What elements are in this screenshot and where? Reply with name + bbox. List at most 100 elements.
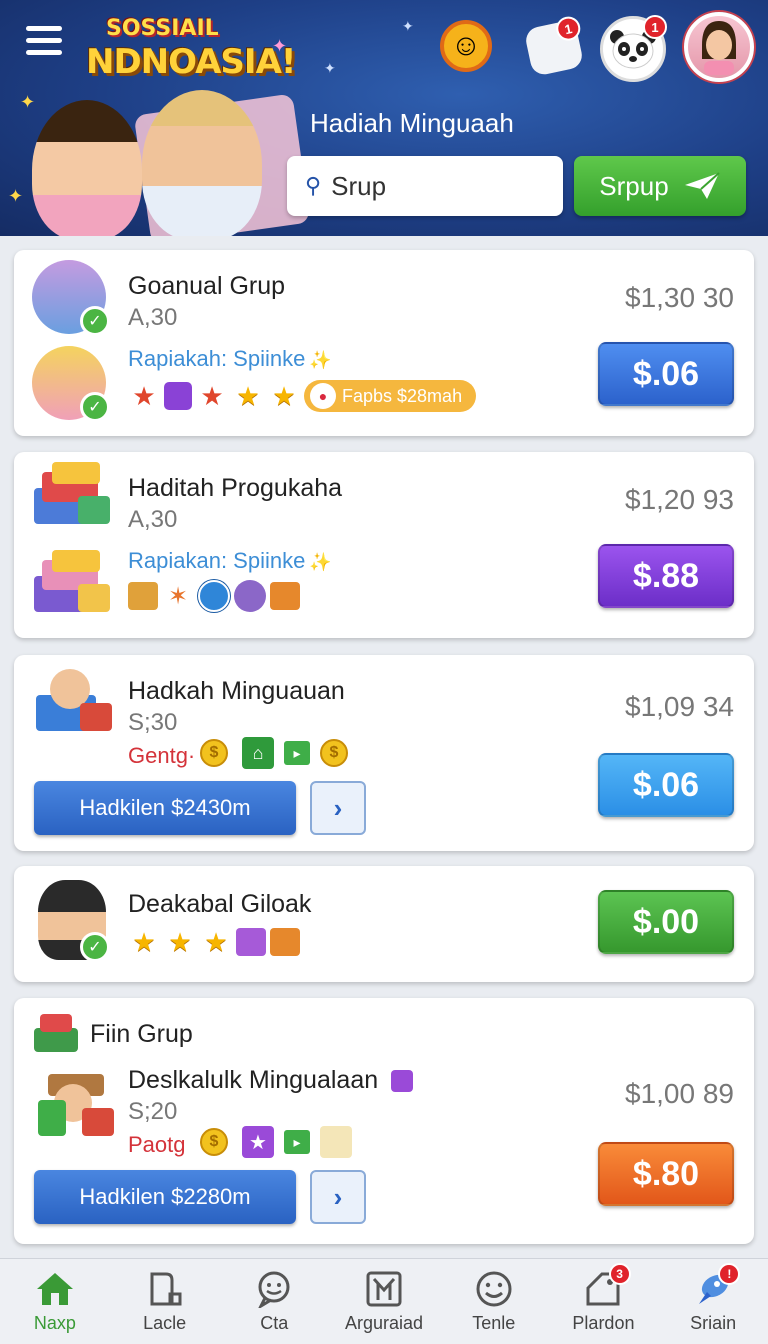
gift-card[interactable]: ✓ Deakabal Giloak ★ ★ ★ $.00: [14, 866, 754, 982]
check-icon: ✓: [80, 932, 110, 962]
gift-card[interactable]: Hadkah Minguauan S;30 Gentg· $ ⌂ ▸ $ Had…: [14, 655, 754, 851]
chevron-right-icon[interactable]: ›: [310, 1170, 366, 1224]
pillow-icon[interactable]: 1: [523, 14, 585, 77]
sparkle-icon: ✨: [309, 552, 332, 572]
nav-label: Cta: [260, 1313, 289, 1333]
nav-label: Arguraiad: [344, 1313, 424, 1333]
buy-button[interactable]: $.88: [598, 544, 734, 608]
chat-icon: [252, 1267, 296, 1311]
app-header: ✦ ✦ ✦ ✦ ✦ SOSSIAIL NDNOASIA! ☺ 1 1 Hadia…: [0, 0, 768, 236]
claim-button[interactable]: Hadkilen $2430m: [34, 781, 296, 835]
grid-icon: [362, 1267, 406, 1311]
card-detail-text: Rapiakan: Spiinke: [128, 548, 306, 573]
reward-icons: $ ★ ▸: [200, 1126, 352, 1158]
nav-item-chat[interactable]: Cta: [219, 1259, 329, 1344]
notification-badge: 1: [554, 14, 583, 43]
buy-button[interactable]: $.06: [598, 753, 734, 817]
nav-label: Plardon: [572, 1313, 635, 1333]
nav-label: Tenle: [472, 1313, 516, 1333]
star-icon: ★: [168, 926, 192, 957]
gift-icon: [270, 928, 300, 956]
search-input[interactable]: [331, 170, 532, 202]
claim-button[interactable]: Hadkilen $2280m: [34, 1170, 296, 1224]
buy-button[interactable]: $.06: [598, 342, 734, 406]
group-header: Fiin Grup: [90, 1020, 193, 1048]
logo-text-top: SOSSIAIL: [106, 16, 219, 41]
notification-badge: !: [718, 1263, 741, 1285]
star-icon: ★: [236, 380, 260, 411]
send-button-label: Srpup: [599, 170, 669, 201]
check-icon: ✓: [80, 306, 110, 336]
girl-illustration: [32, 100, 142, 236]
home-icon: [33, 1267, 77, 1311]
card-price: $1,30 30: [625, 282, 734, 313]
card-title: Deslkalulk Mingualaan: [128, 1066, 414, 1095]
reward-pill[interactable]: ● Fapbs $28mah: [304, 380, 477, 412]
star-icon: ★: [132, 926, 156, 957]
star-icon: ★: [200, 380, 224, 411]
nav-item-lacle[interactable]: Lacle: [110, 1259, 220, 1344]
notification-badge: 3: [608, 1263, 631, 1285]
send-button[interactable]: Srpup: [574, 156, 746, 216]
card-subtitle: S;30: [128, 709, 178, 736]
header-illustration: [12, 80, 312, 236]
reward-icons: $ ⌂ ▸ $: [200, 737, 348, 769]
girl-avatar-icon: [702, 21, 736, 75]
cube-icon: [391, 1070, 414, 1093]
boy-illustration: [142, 90, 262, 236]
nav-item-sriain[interactable]: Sriain !: [658, 1259, 768, 1344]
card-detail: Paotg: [128, 1132, 186, 1157]
card-detail: Gentg·: [128, 743, 196, 768]
nav-item-plardon[interactable]: Plardon 3: [549, 1259, 659, 1344]
coin-icon: $: [200, 739, 228, 767]
cowboy-kid-icon: [38, 1074, 114, 1140]
arrow-right-icon: ▸: [284, 1130, 310, 1154]
member-avatar: ✓: [32, 346, 110, 422]
menu-icon[interactable]: [26, 26, 62, 56]
reward-icons: ✶: [128, 580, 300, 612]
notification-badge: 1: [643, 15, 667, 39]
document-icon: [143, 1267, 187, 1311]
figure-icon: ✶: [167, 582, 189, 610]
card-detail-text: Rapiakah: Spiinke: [128, 346, 306, 371]
cube-icon: [164, 382, 192, 410]
card-subtitle: A,30: [128, 304, 178, 331]
card-title: Goanual Grup: [128, 272, 286, 300]
member-avatar: ✓: [38, 880, 110, 962]
buy-button[interactable]: $.00: [598, 890, 734, 954]
bottom-nav: Naxp Lacle Cta Arguraiad Tenle Plardon 3: [0, 1258, 768, 1344]
star-icon: ★: [204, 926, 228, 957]
logo-text-bottom: NDNOASIA!: [86, 42, 296, 82]
sparkle-icon: ✨: [309, 350, 332, 370]
paper-stack-icon: [320, 1126, 352, 1158]
nav-item-tenle[interactable]: Tenle: [439, 1259, 549, 1344]
coin-icon: $: [200, 1128, 228, 1156]
bunny-kid-icon: [36, 669, 112, 735]
buy-button[interactable]: $.80: [598, 1142, 734, 1206]
gift-boxes-icon: [34, 462, 110, 528]
nav-label: Sriain: [690, 1313, 737, 1333]
nav-item-home[interactable]: Naxp: [0, 1259, 110, 1344]
search-box[interactable]: ⚲: [287, 156, 563, 216]
chevron-right-icon[interactable]: ›: [310, 781, 366, 835]
profile-avatar[interactable]: [684, 12, 754, 82]
nav-label: Lacle: [143, 1313, 187, 1333]
gift-card[interactable]: Fiin Grup Deslkalulk Mingualaan S;20 Pao…: [14, 998, 754, 1244]
star-icon: ★: [272, 380, 296, 411]
card-title-text: Deslkalulk Mingualaan: [128, 1066, 379, 1094]
smiley-icon[interactable]: ☺: [440, 20, 492, 72]
reward-pill-label: Fapbs $28mah: [342, 385, 463, 406]
gift-card[interactable]: Haditah Progukaha A,30 Rapiakan: Spiinke…: [14, 452, 754, 638]
page-title: Hadiah Minguaah: [310, 108, 514, 138]
app-logo: SOSSIAIL NDNOASIA!: [86, 14, 296, 84]
card-price: $1,09 34: [625, 691, 734, 722]
panda-icon[interactable]: 1: [600, 15, 667, 82]
star-box-icon: ★: [242, 1126, 274, 1158]
sparkle-icon: ✦: [324, 60, 336, 76]
reward-icons: ★ ★ ★: [128, 926, 300, 958]
nav-item-arguraiad[interactable]: Arguraiad: [329, 1259, 439, 1344]
gift-boxes-icon: [34, 550, 110, 616]
gift-card[interactable]: ✓ ✓ Goanual Grup A,30 Rapiakah: Spiinke ✨…: [14, 250, 754, 436]
badge-icon: [198, 580, 230, 612]
card-price: $1,20 93: [625, 484, 734, 515]
